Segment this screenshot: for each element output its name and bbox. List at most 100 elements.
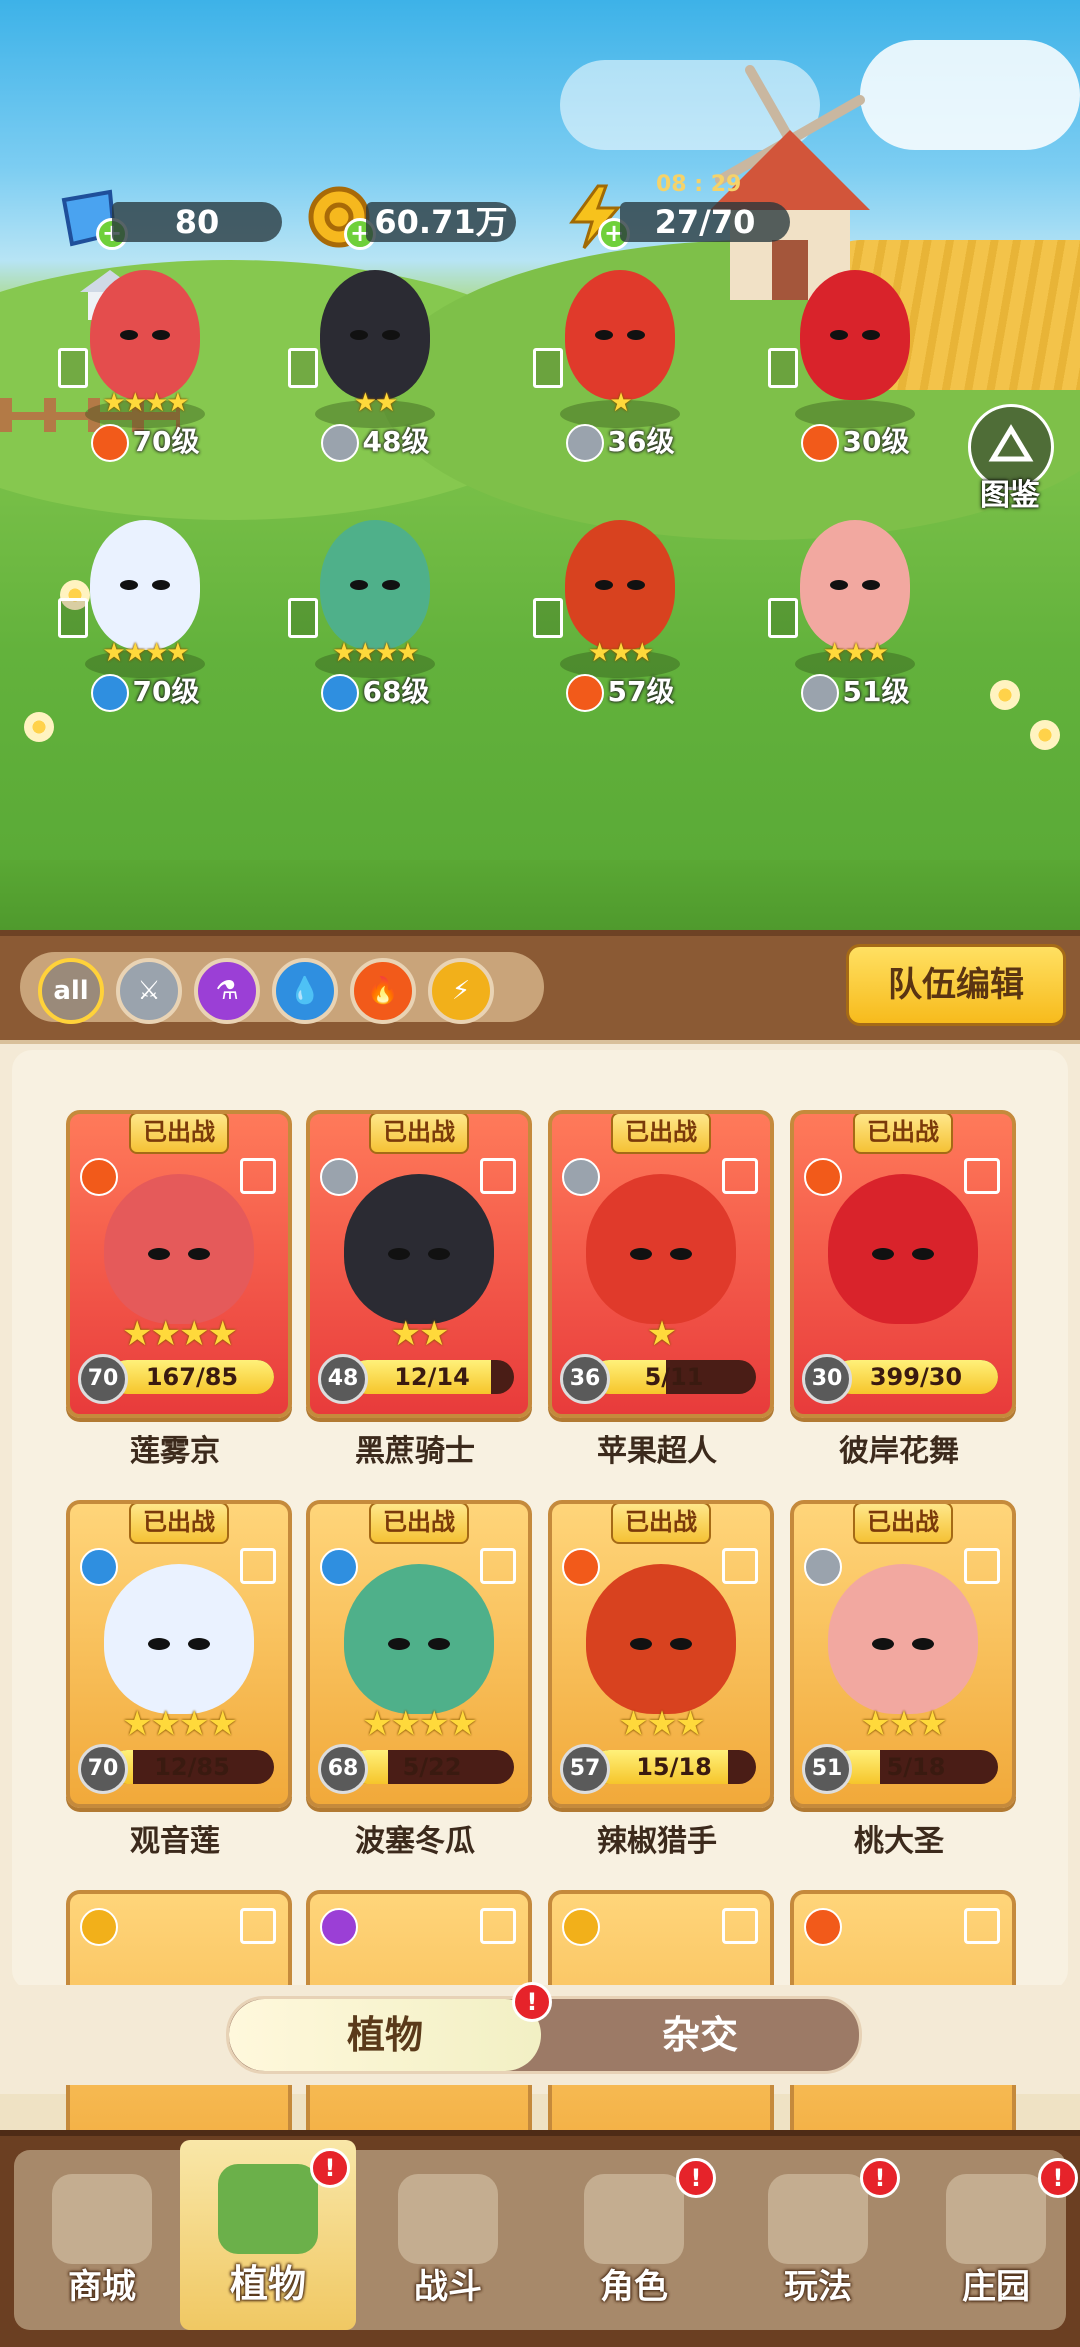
- plant-card[interactable]: 已出战 ★★★★ 5/22 68: [306, 1500, 532, 1808]
- shard-progress-text: 399/30: [869, 1363, 963, 1391]
- plant-eye: [912, 1638, 934, 1650]
- unit-stars: ★: [609, 388, 632, 418]
- nav-tab[interactable]: 植物!: [180, 2140, 356, 2330]
- coins-counter: 60.71万: [366, 202, 516, 242]
- nav-tab-label: 角色: [600, 2267, 668, 2307]
- unit-stars: ★★★: [823, 638, 889, 668]
- filter-fire-icon[interactable]: 🔥: [350, 958, 416, 1024]
- nav-tab[interactable]: 玩法!: [730, 2150, 906, 2330]
- shard-progress-bar: 5/18: [834, 1750, 998, 1784]
- water-icon: [90, 674, 129, 712]
- filter-water-icon[interactable]: 💧: [272, 958, 338, 1024]
- plant-eye: [630, 1248, 652, 1260]
- plant-card[interactable]: 已出战 ★★★★ 167/85 70: [66, 1110, 292, 1418]
- unit-eye: [862, 330, 880, 340]
- formation-grid-icon: [722, 1158, 758, 1194]
- field-unit[interactable]: ★★ 48级: [288, 260, 450, 462]
- unit-character-art: [800, 270, 910, 400]
- unit-level: 48级: [290, 420, 460, 462]
- field-unit[interactable]: ★ 36级: [533, 260, 695, 462]
- shard-progress-bar: 5/22: [350, 1750, 514, 1784]
- unit-stars: ★★★: [588, 638, 654, 668]
- tab-hybrid[interactable]: 杂交: [541, 1999, 859, 2071]
- shard-progress-text: 5/22: [402, 1753, 462, 1781]
- plant-name: 辣椒猎手: [597, 1824, 717, 1859]
- nav-tab-label: 商城: [68, 2267, 136, 2307]
- plant-portrait: [104, 1174, 254, 1324]
- nav-tab[interactable]: 角色!: [546, 2150, 722, 2330]
- plant-stars: ★★★★: [122, 1704, 238, 1744]
- plant-card[interactable]: 已出战 ★★★ 15/18 57: [548, 1500, 774, 1808]
- plant-eye: [872, 1638, 894, 1650]
- field-unit[interactable]: ★★★ 51级: [768, 510, 930, 712]
- unit-level: 70级: [60, 670, 230, 712]
- shard-progress-text: 12/14: [394, 1363, 470, 1391]
- plant-level-badge: 48: [318, 1354, 368, 1404]
- formation-grid-icon: [533, 598, 563, 638]
- field-unit[interactable]: ★★★★ 68级: [288, 510, 450, 712]
- unit-character-art: [320, 270, 430, 400]
- plant-eye: [388, 1248, 410, 1260]
- nav-tab[interactable]: 商城: [14, 2150, 190, 2330]
- plant-portrait: [828, 1174, 978, 1324]
- nav-tab-label: 玩法: [784, 2267, 852, 2307]
- shard-progress-bar: 399/30: [834, 1360, 998, 1394]
- plant-stars: ★: [646, 1314, 677, 1354]
- nav-tab[interactable]: 庄园!: [908, 2150, 1080, 2330]
- plant-eye: [670, 1638, 692, 1650]
- formation-grid-icon: [533, 348, 563, 388]
- deployed-ribbon: 已出战: [611, 1114, 711, 1154]
- energy-counter: 27/70: [620, 202, 790, 242]
- plant-portrait: [344, 1174, 494, 1324]
- battle-field-scene: [0, 0, 1080, 930]
- field-unit[interactable]: ★★★★ 70级: [58, 510, 220, 712]
- shard-progress-text: 12/85: [154, 1753, 230, 1781]
- sword-icon: [562, 1158, 600, 1196]
- filter-lightning-icon[interactable]: ⚡: [428, 958, 494, 1024]
- team-edit-button[interactable]: 队伍编辑: [846, 944, 1066, 1026]
- plant-name: 桃大圣: [854, 1824, 944, 1859]
- energy-timer: 08 : 29: [656, 172, 742, 197]
- water-icon: [80, 1548, 118, 1586]
- formation-grid-icon: [964, 1158, 1000, 1194]
- tab-plants[interactable]: 植物: [229, 1999, 541, 2071]
- sword-icon: [565, 424, 604, 462]
- plant-card[interactable]: 已出战 ★★ 12/14 48: [306, 1110, 532, 1418]
- water-icon: [320, 674, 359, 712]
- plant-name: 观音莲: [130, 1824, 220, 1859]
- nav-tab-icon: [52, 2174, 152, 2264]
- cloud: [860, 40, 1080, 150]
- plant-level-badge: 36: [560, 1354, 610, 1404]
- plant-name: 波塞冬瓜: [355, 1824, 475, 1859]
- filter-sword-icon[interactable]: ⚔: [116, 958, 182, 1024]
- filter-potion-icon[interactable]: ⚗: [194, 958, 260, 1024]
- unit-stars: ★★★★: [102, 388, 189, 418]
- nav-tab[interactable]: 战斗: [360, 2150, 536, 2330]
- plant-name: 黑蔗骑士: [355, 1434, 475, 1469]
- formation-grid-icon: [480, 1908, 516, 1944]
- gems-counter: 80: [112, 202, 282, 242]
- unit-level: 68级: [290, 670, 460, 712]
- fire-icon: [804, 1908, 842, 1946]
- sword-icon: [800, 674, 839, 712]
- nav-tab-icon: [768, 2174, 868, 2264]
- plant-level-badge: 70: [78, 1354, 128, 1404]
- unit-character-art: [565, 270, 675, 400]
- plant-eye: [388, 1638, 410, 1650]
- plant-card[interactable]: 已出战 ★★★ 5/18 51: [790, 1500, 1016, 1808]
- shard-progress-text: 167/85: [145, 1363, 239, 1391]
- field-unit[interactable]: ★★★ 57级: [533, 510, 695, 712]
- nav-tab-icon: [584, 2174, 684, 2264]
- plant-card[interactable]: 已出战 399/30 30: [790, 1110, 1016, 1418]
- plant-card[interactable]: 已出战 ★★★★ 12/85 70: [66, 1500, 292, 1808]
- filter-all-button[interactable]: all: [38, 958, 104, 1024]
- plant-eye: [148, 1638, 170, 1650]
- unit-eye: [382, 330, 400, 340]
- nav-alert-badge: !: [860, 2158, 900, 2198]
- field-unit[interactable]: ★★★★ 70级: [58, 260, 220, 462]
- unit-eye: [830, 580, 848, 590]
- deployed-ribbon: 已出战: [611, 1504, 711, 1544]
- formation-grid-icon: [768, 598, 798, 638]
- field-unit[interactable]: 30级: [768, 260, 930, 462]
- plant-card[interactable]: 已出战 ★ 5/11 36: [548, 1110, 774, 1418]
